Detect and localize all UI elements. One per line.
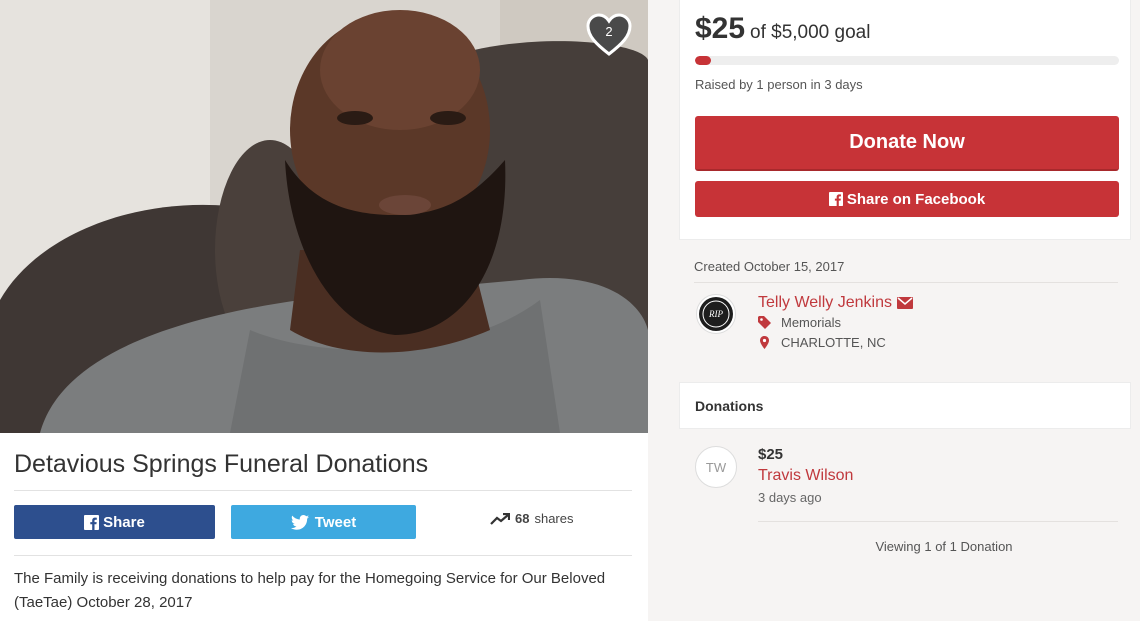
heart-count: 2 <box>605 24 613 39</box>
viewing-count: Viewing 1 of 1 Donation <box>875 539 1013 554</box>
heart-favorite-button[interactable]: 2 <box>586 13 632 57</box>
share-count-suffix: shares <box>534 511 574 526</box>
donation-summary-card: $25 of $5,000 goal Raised by 1 person in… <box>679 0 1131 240</box>
campaign-photo-graphic <box>0 0 648 433</box>
category-label: Memorials <box>781 315 841 330</box>
donations-header-card: Donations <box>679 382 1131 429</box>
organizer-avatar[interactable]: RIP <box>696 294 736 334</box>
progress-fill <box>695 56 711 65</box>
divider <box>694 282 1118 283</box>
sidebar: $25 of $5,000 goal Raised by 1 person in… <box>648 0 1140 621</box>
share-count: 68 shares <box>490 511 574 526</box>
raised-amount: $25 <box>695 12 746 45</box>
location-label: CHARLOTTE, NC <box>781 335 886 350</box>
progress-bar <box>695 56 1119 65</box>
donor-name[interactable]: Travis Wilson <box>758 467 853 485</box>
envelope-icon[interactable] <box>896 297 913 309</box>
tag-icon <box>758 316 771 329</box>
facebook-icon <box>84 514 100 530</box>
location-row: CHARLOTTE, NC <box>758 335 886 350</box>
organizer-name: Telly Welly Jenkins <box>758 294 892 311</box>
donation-amount: $25 <box>758 446 784 463</box>
organizer-name-link[interactable]: Telly Welly Jenkins <box>758 294 913 312</box>
donor-avatar: TW <box>695 446 737 488</box>
campaign-photo <box>0 0 648 433</box>
campaign-title: Detavious Springs Funeral Donations <box>14 450 429 478</box>
share-on-facebook-label: Share on Facebook <box>846 190 986 208</box>
campaign-description: The Family is receiving donations to hel… <box>14 570 606 611</box>
share-on-facebook-button[interactable]: Share on Facebook <box>695 181 1119 217</box>
divider <box>14 555 632 556</box>
category-row[interactable]: Memorials <box>758 315 841 330</box>
goal-text: of $5,000 goal <box>750 22 871 43</box>
twitter-icon <box>290 514 309 530</box>
divider <box>14 490 632 491</box>
location-pin-icon <box>760 336 769 349</box>
campaign-column: 2 Detavious Springs Funeral Donations Sh… <box>0 0 648 621</box>
facebook-share-label: Share <box>103 513 145 531</box>
created-date: Created October 15, 2017 <box>694 259 845 274</box>
trending-up-icon <box>490 512 510 525</box>
facebook-share-button[interactable]: Share <box>14 505 215 539</box>
facebook-icon <box>828 192 843 206</box>
donations-title: Donations <box>695 398 764 414</box>
tweet-button[interactable]: Tweet <box>231 505 416 539</box>
divider <box>758 521 1118 522</box>
share-count-value: 68 <box>515 511 530 526</box>
raised-by-text: Raised by 1 person in 3 days <box>695 77 863 92</box>
donation-time: 3 days ago <box>758 490 822 505</box>
donate-now-button[interactable]: Donate Now <box>695 116 1119 171</box>
tweet-label: Tweet <box>314 513 357 531</box>
organizer-logo-text: RIP <box>708 309 723 319</box>
organizer-logo: RIP <box>699 297 733 331</box>
